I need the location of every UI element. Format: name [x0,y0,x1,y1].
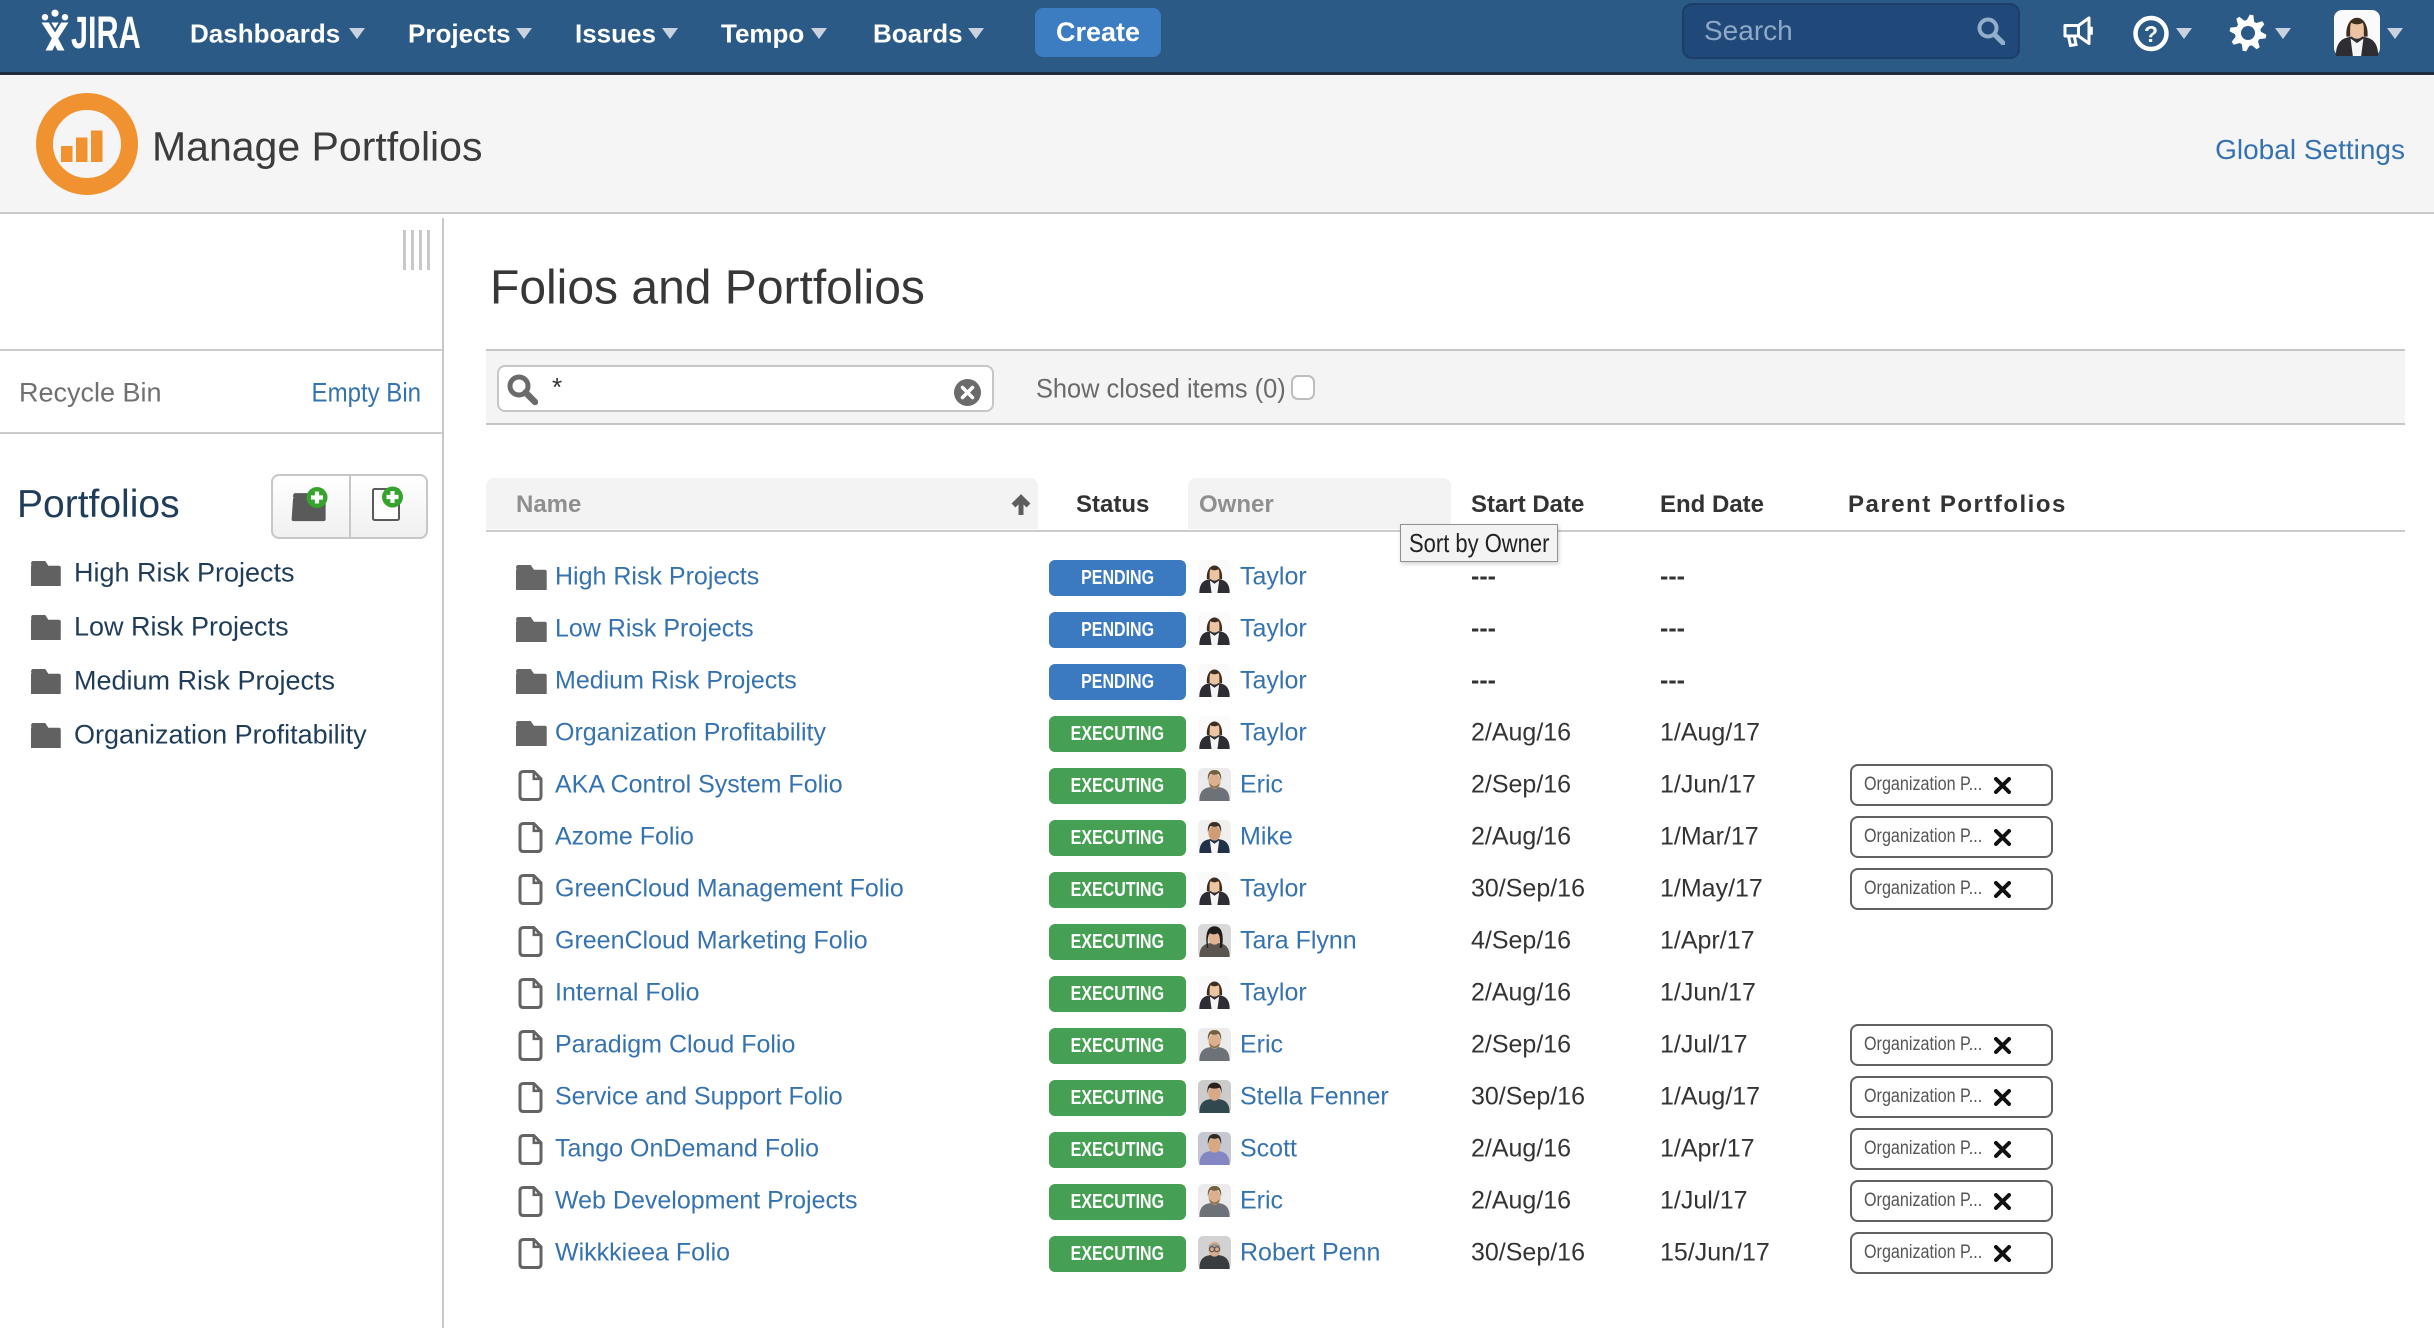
svg-text:?: ? [2144,21,2158,47]
